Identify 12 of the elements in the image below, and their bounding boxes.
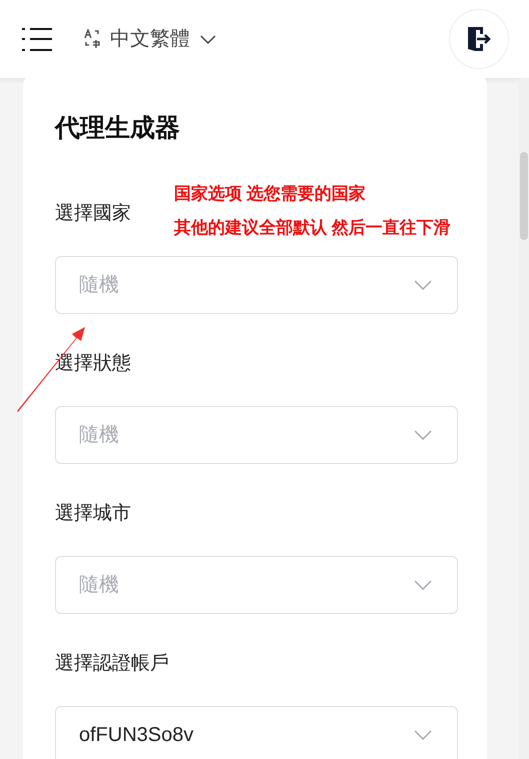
annotation-text: 其他的建议全部默认 然后一直往下滑 (174, 217, 451, 239)
page-title: 代理生成器 (55, 113, 180, 144)
field-label: 選擇認證帳戶 (55, 652, 169, 676)
annotation-text: 国家选项 选您需要的国家 (174, 183, 367, 205)
field-label: 選擇狀態 (55, 352, 131, 376)
select-field[interactable]: 隨機 (55, 406, 458, 464)
select-field[interactable]: 隨機 (55, 256, 458, 314)
field-label: 選擇城市 (55, 502, 131, 526)
field-label: 選擇國家 (55, 202, 131, 226)
select-field[interactable]: ofFUN3So8v (55, 706, 458, 759)
language-selector[interactable]: 中文繁體 (110, 24, 216, 54)
select-field[interactable]: 隨機 (55, 556, 458, 614)
